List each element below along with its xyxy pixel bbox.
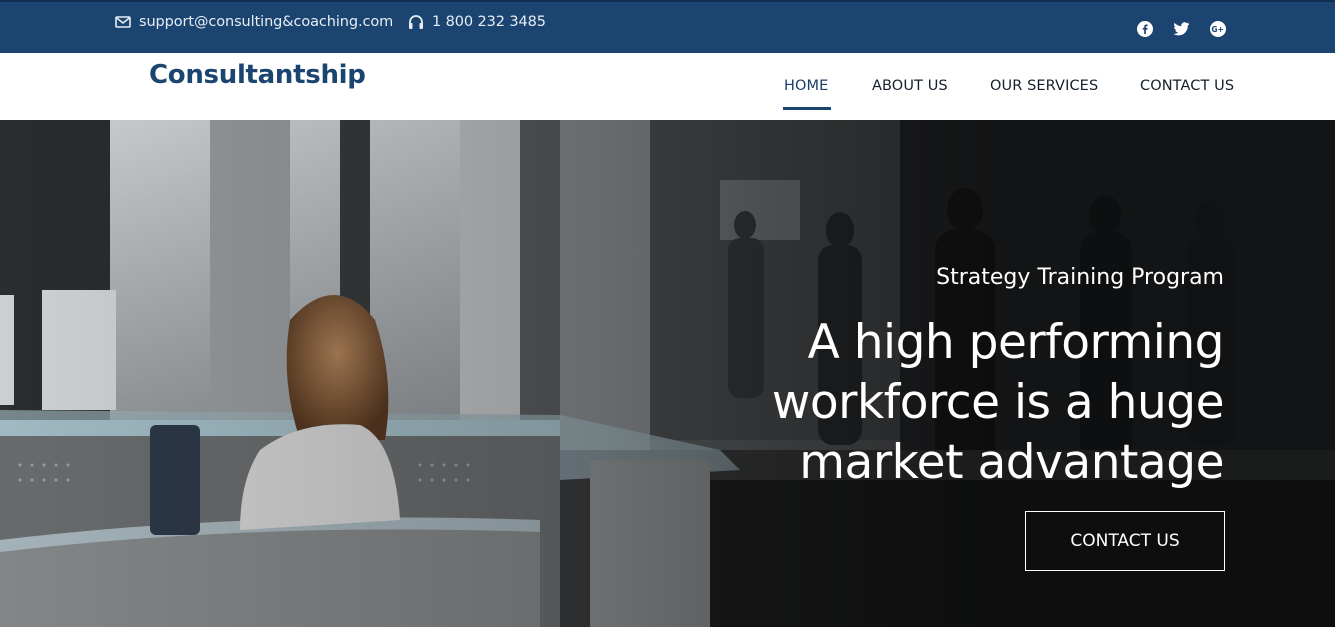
email-text: support@consulting&coaching.com — [139, 14, 394, 30]
headline-line-1: A high performing — [807, 315, 1225, 370]
envelope-icon — [115, 16, 131, 28]
headline-line-3: market advantage — [799, 435, 1224, 490]
nav-contact-us[interactable]: CONTACT US — [1140, 78, 1234, 94]
active-nav-indicator — [783, 107, 831, 110]
headset-icon — [408, 14, 424, 30]
phone-text: 1 800 232 3485 — [432, 14, 546, 30]
hero-contact-us-button[interactable]: CONTACT US — [1025, 511, 1225, 571]
main-navbar: Consultantship HOME ABOUT US OUR SERVICE… — [0, 53, 1335, 120]
contact-phone[interactable]: 1 800 232 3485 — [408, 14, 546, 30]
contact-email[interactable]: support@consulting&coaching.com — [115, 14, 393, 30]
facebook-icon[interactable] — [1136, 20, 1154, 38]
hero-subtitle: Strategy Training Program — [936, 265, 1224, 290]
top-bar: support@consulting&coaching.com 1 800 23… — [0, 0, 1335, 53]
nav-about-us[interactable]: ABOUT US — [872, 78, 948, 94]
brand-logo[interactable]: Consultantship — [149, 60, 366, 90]
nav-home[interactable]: HOME — [784, 78, 828, 94]
headline-line-2: workforce is a huge — [771, 375, 1225, 430]
google-plus-icon[interactable]: G+ — [1209, 20, 1227, 38]
nav-our-services[interactable]: OUR SERVICES — [990, 78, 1098, 94]
twitter-icon[interactable] — [1172, 20, 1190, 38]
svg-text:G+: G+ — [1211, 25, 1223, 34]
hero-banner: Strategy Training Program A high perform… — [0, 120, 1335, 627]
hero-headline: A high performing workforce is a huge ma… — [771, 313, 1225, 493]
